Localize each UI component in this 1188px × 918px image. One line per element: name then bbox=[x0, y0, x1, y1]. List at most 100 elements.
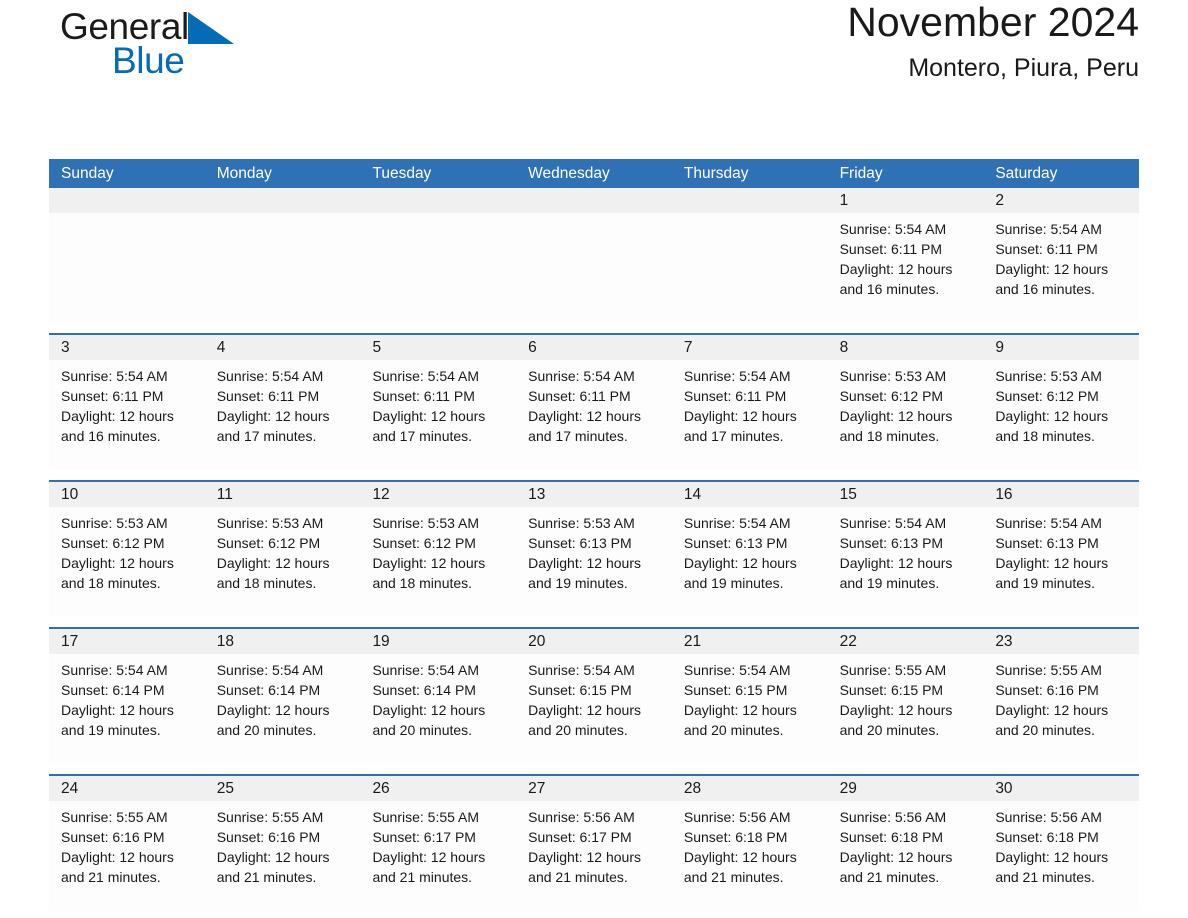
day-info-line: Daylight: 12 hours bbox=[61, 408, 174, 424]
day-info-line: Sunset: 6:12 PM bbox=[839, 388, 944, 404]
day-info-line: and 20 minutes. bbox=[839, 722, 940, 738]
week-date-band: 3456789 bbox=[49, 335, 1139, 360]
day-number[interactable]: 30 bbox=[983, 776, 1139, 801]
day-cell[interactable]: Sunrise: 5:54 AM Sunset: 6:11 PM Daylight:… bbox=[828, 213, 984, 323]
day-number[interactable]: 25 bbox=[205, 776, 361, 801]
day-cell[interactable]: Sunrise: 5:54 AM Sunset: 6:15 PM Daylight:… bbox=[516, 654, 672, 764]
day-number[interactable]: 26 bbox=[360, 776, 516, 801]
day-number[interactable]: 14 bbox=[672, 482, 828, 507]
day-cell[interactable]: Sunrise: 5:56 AM Sunset: 6:18 PM Daylight:… bbox=[983, 801, 1139, 911]
weekday-header-row: Sunday Monday Tuesday Wednesday Thursday… bbox=[49, 159, 1139, 188]
day-info-line: Daylight: 12 hours bbox=[216, 555, 330, 571]
day-info-line: and 19 minutes. bbox=[528, 575, 628, 591]
day-number[interactable]: 1 bbox=[828, 188, 984, 213]
day-cell[interactable]: Sunrise: 5:54 AM Sunset: 6:11 PM Daylight:… bbox=[205, 360, 361, 470]
page-header: General Blue November 2024 Montero, Piur… bbox=[49, 0, 1139, 110]
day-number[interactable]: 22 bbox=[828, 629, 984, 654]
day-cell[interactable]: Sunrise: 5:55 AM Sunset: 6:16 PM Daylight:… bbox=[983, 654, 1139, 764]
day-number[interactable]: 6 bbox=[516, 335, 672, 360]
day-number-empty bbox=[516, 188, 672, 213]
day-number[interactable]: 10 bbox=[49, 482, 205, 507]
day-info-line: Sunrise: 5:54 AM bbox=[839, 515, 947, 531]
day-number[interactable]: 16 bbox=[983, 482, 1139, 507]
page-title: November 2024 bbox=[847, 0, 1139, 45]
weekday-header-sunday: Sunday bbox=[61, 165, 114, 182]
day-cell[interactable]: Sunrise: 5:55 AM Sunset: 6:16 PM Daylight:… bbox=[205, 801, 361, 911]
weekday-header-wednesday: Wednesday bbox=[528, 165, 610, 182]
day-info-line: Sunrise: 5:53 AM bbox=[61, 515, 168, 531]
day-cell[interactable]: Sunrise: 5:54 AM Sunset: 6:13 PM Daylight:… bbox=[828, 507, 984, 617]
day-info-line: Sunrise: 5:54 AM bbox=[216, 368, 324, 384]
day-cell[interactable]: Sunrise: 5:53 AM Sunset: 6:12 PM Daylight:… bbox=[360, 507, 516, 617]
day-cell[interactable]: Sunrise: 5:53 AM Sunset: 6:12 PM Daylight:… bbox=[983, 360, 1139, 470]
day-cell[interactable]: Sunrise: 5:55 AM Sunset: 6:15 PM Daylight:… bbox=[828, 654, 984, 764]
day-cell[interactable]: Sunrise: 5:54 AM Sunset: 6:14 PM Daylight:… bbox=[205, 654, 361, 764]
day-cell[interactable]: Sunrise: 5:53 AM Sunset: 6:12 PM Daylight:… bbox=[828, 360, 984, 470]
day-cell[interactable]: Sunrise: 5:54 AM Sunset: 6:14 PM Daylight:… bbox=[49, 654, 205, 764]
day-number[interactable]: 11 bbox=[205, 482, 361, 507]
day-info-line: Sunset: 6:16 PM bbox=[995, 682, 1099, 698]
day-info-line: Sunset: 6:11 PM bbox=[995, 241, 1098, 257]
day-info-line: Sunrise: 5:56 AM bbox=[995, 809, 1102, 825]
triangle-logo-icon bbox=[187, 12, 234, 50]
day-info-line: Daylight: 12 hours bbox=[528, 555, 641, 571]
day-info-line: Sunrise: 5:55 AM bbox=[995, 662, 1102, 678]
day-info-line: Daylight: 12 hours bbox=[372, 555, 486, 571]
day-cell[interactable]: Sunrise: 5:55 AM Sunset: 6:17 PM Daylight:… bbox=[360, 801, 516, 911]
day-number[interactable]: 20 bbox=[516, 629, 672, 654]
day-number[interactable]: 15 bbox=[828, 482, 984, 507]
day-cell[interactable]: Sunrise: 5:56 AM Sunset: 6:17 PM Daylight:… bbox=[516, 801, 672, 911]
day-cell[interactable]: Sunrise: 5:54 AM Sunset: 6:13 PM Daylight:… bbox=[983, 507, 1139, 617]
day-cell[interactable]: Sunrise: 5:53 AM Sunset: 6:12 PM Daylight:… bbox=[49, 507, 205, 617]
day-number[interactable]: 19 bbox=[360, 629, 516, 654]
day-cell[interactable]: Sunrise: 5:53 AM Sunset: 6:13 PM Daylight:… bbox=[516, 507, 672, 617]
day-cell[interactable]: Sunrise: 5:54 AM Sunset: 6:13 PM Daylight:… bbox=[672, 507, 828, 617]
day-number[interactable]: 5 bbox=[360, 335, 516, 360]
day-info-line: Sunrise: 5:54 AM bbox=[216, 662, 324, 678]
day-number-empty bbox=[360, 188, 516, 213]
day-number[interactable]: 27 bbox=[516, 776, 672, 801]
day-number-empty bbox=[205, 188, 361, 213]
day-info-line: Daylight: 12 hours bbox=[216, 702, 330, 718]
day-cell[interactable]: Sunrise: 5:54 AM Sunset: 6:11 PM Daylight:… bbox=[49, 360, 205, 470]
day-number[interactable]: 4 bbox=[205, 335, 361, 360]
day-info-line: Sunset: 6:12 PM bbox=[61, 535, 165, 551]
day-number[interactable]: 17 bbox=[49, 629, 205, 654]
day-number[interactable]: 9 bbox=[983, 335, 1139, 360]
day-cell[interactable]: Sunrise: 5:56 AM Sunset: 6:18 PM Daylight:… bbox=[828, 801, 984, 911]
day-cell[interactable]: Sunrise: 5:54 AM Sunset: 6:15 PM Daylight:… bbox=[672, 654, 828, 764]
day-number[interactable]: 29 bbox=[828, 776, 984, 801]
day-cell[interactable]: Sunrise: 5:53 AM Sunset: 6:12 PM Daylight:… bbox=[205, 507, 361, 617]
week-date-band: 24 25 26 27 28 29 30 bbox=[49, 776, 1139, 801]
day-cell[interactable]: Sunrise: 5:54 AM Sunset: 6:11 PM Daylight:… bbox=[360, 360, 516, 470]
day-info-line: and 19 minutes. bbox=[61, 722, 161, 738]
day-cell[interactable]: Sunrise: 5:54 AM Sunset: 6:14 PM Daylight:… bbox=[360, 654, 516, 764]
day-cell[interactable]: Sunrise: 5:54 AM Sunset: 6:11 PM Daylight:… bbox=[672, 360, 828, 470]
day-info-line: Sunset: 6:11 PM bbox=[839, 241, 943, 257]
day-number[interactable]: 2 bbox=[983, 188, 1139, 213]
day-info-line: and 21 minutes. bbox=[839, 869, 940, 885]
day-info-line: Sunset: 6:16 PM bbox=[216, 829, 321, 845]
day-info-line: and 21 minutes. bbox=[995, 869, 1095, 885]
brand-logo[interactable]: General Blue bbox=[60, 8, 234, 79]
day-cell[interactable]: Sunrise: 5:55 AM Sunset: 6:16 PM Daylight:… bbox=[49, 801, 205, 911]
day-number[interactable]: 3 bbox=[49, 335, 205, 360]
day-number[interactable]: 28 bbox=[672, 776, 828, 801]
day-number[interactable]: 23 bbox=[983, 629, 1139, 654]
day-cell[interactable]: Sunrise: 5:54 AM Sunset: 6:11 PM Daylight:… bbox=[983, 213, 1139, 323]
day-info-line: Sunset: 6:12 PM bbox=[216, 535, 321, 551]
day-info-line: Sunrise: 5:55 AM bbox=[61, 809, 168, 825]
day-number[interactable]: 24 bbox=[49, 776, 205, 801]
calendar-week-row: 3 4 5 6 7 8 9 Sunrise: 5:54 AM Sunset: 6:11 PM Da… bbox=[49, 333, 1139, 470]
day-number[interactable]: 18 bbox=[205, 629, 361, 654]
day-number[interactable]: 21 bbox=[672, 629, 828, 654]
day-number[interactable]: 13 bbox=[516, 482, 672, 507]
day-cell[interactable]: Sunrise: 5:56 AM Sunset: 6:18 PM Daylight:… bbox=[672, 801, 828, 911]
day-info-line: Sunrise: 5:54 AM bbox=[528, 662, 635, 678]
day-cell[interactable]: Sunrise: 5:54 AM Sunset: 6:11 PM Daylight:… bbox=[516, 360, 672, 470]
day-info-line: Sunset: 6:18 PM bbox=[995, 829, 1099, 845]
day-number[interactable]: 7 bbox=[672, 335, 828, 360]
day-number[interactable]: 8 bbox=[828, 335, 984, 360]
day-number[interactable]: 12 bbox=[360, 482, 516, 507]
day-info-line: Daylight: 12 hours bbox=[839, 408, 953, 424]
